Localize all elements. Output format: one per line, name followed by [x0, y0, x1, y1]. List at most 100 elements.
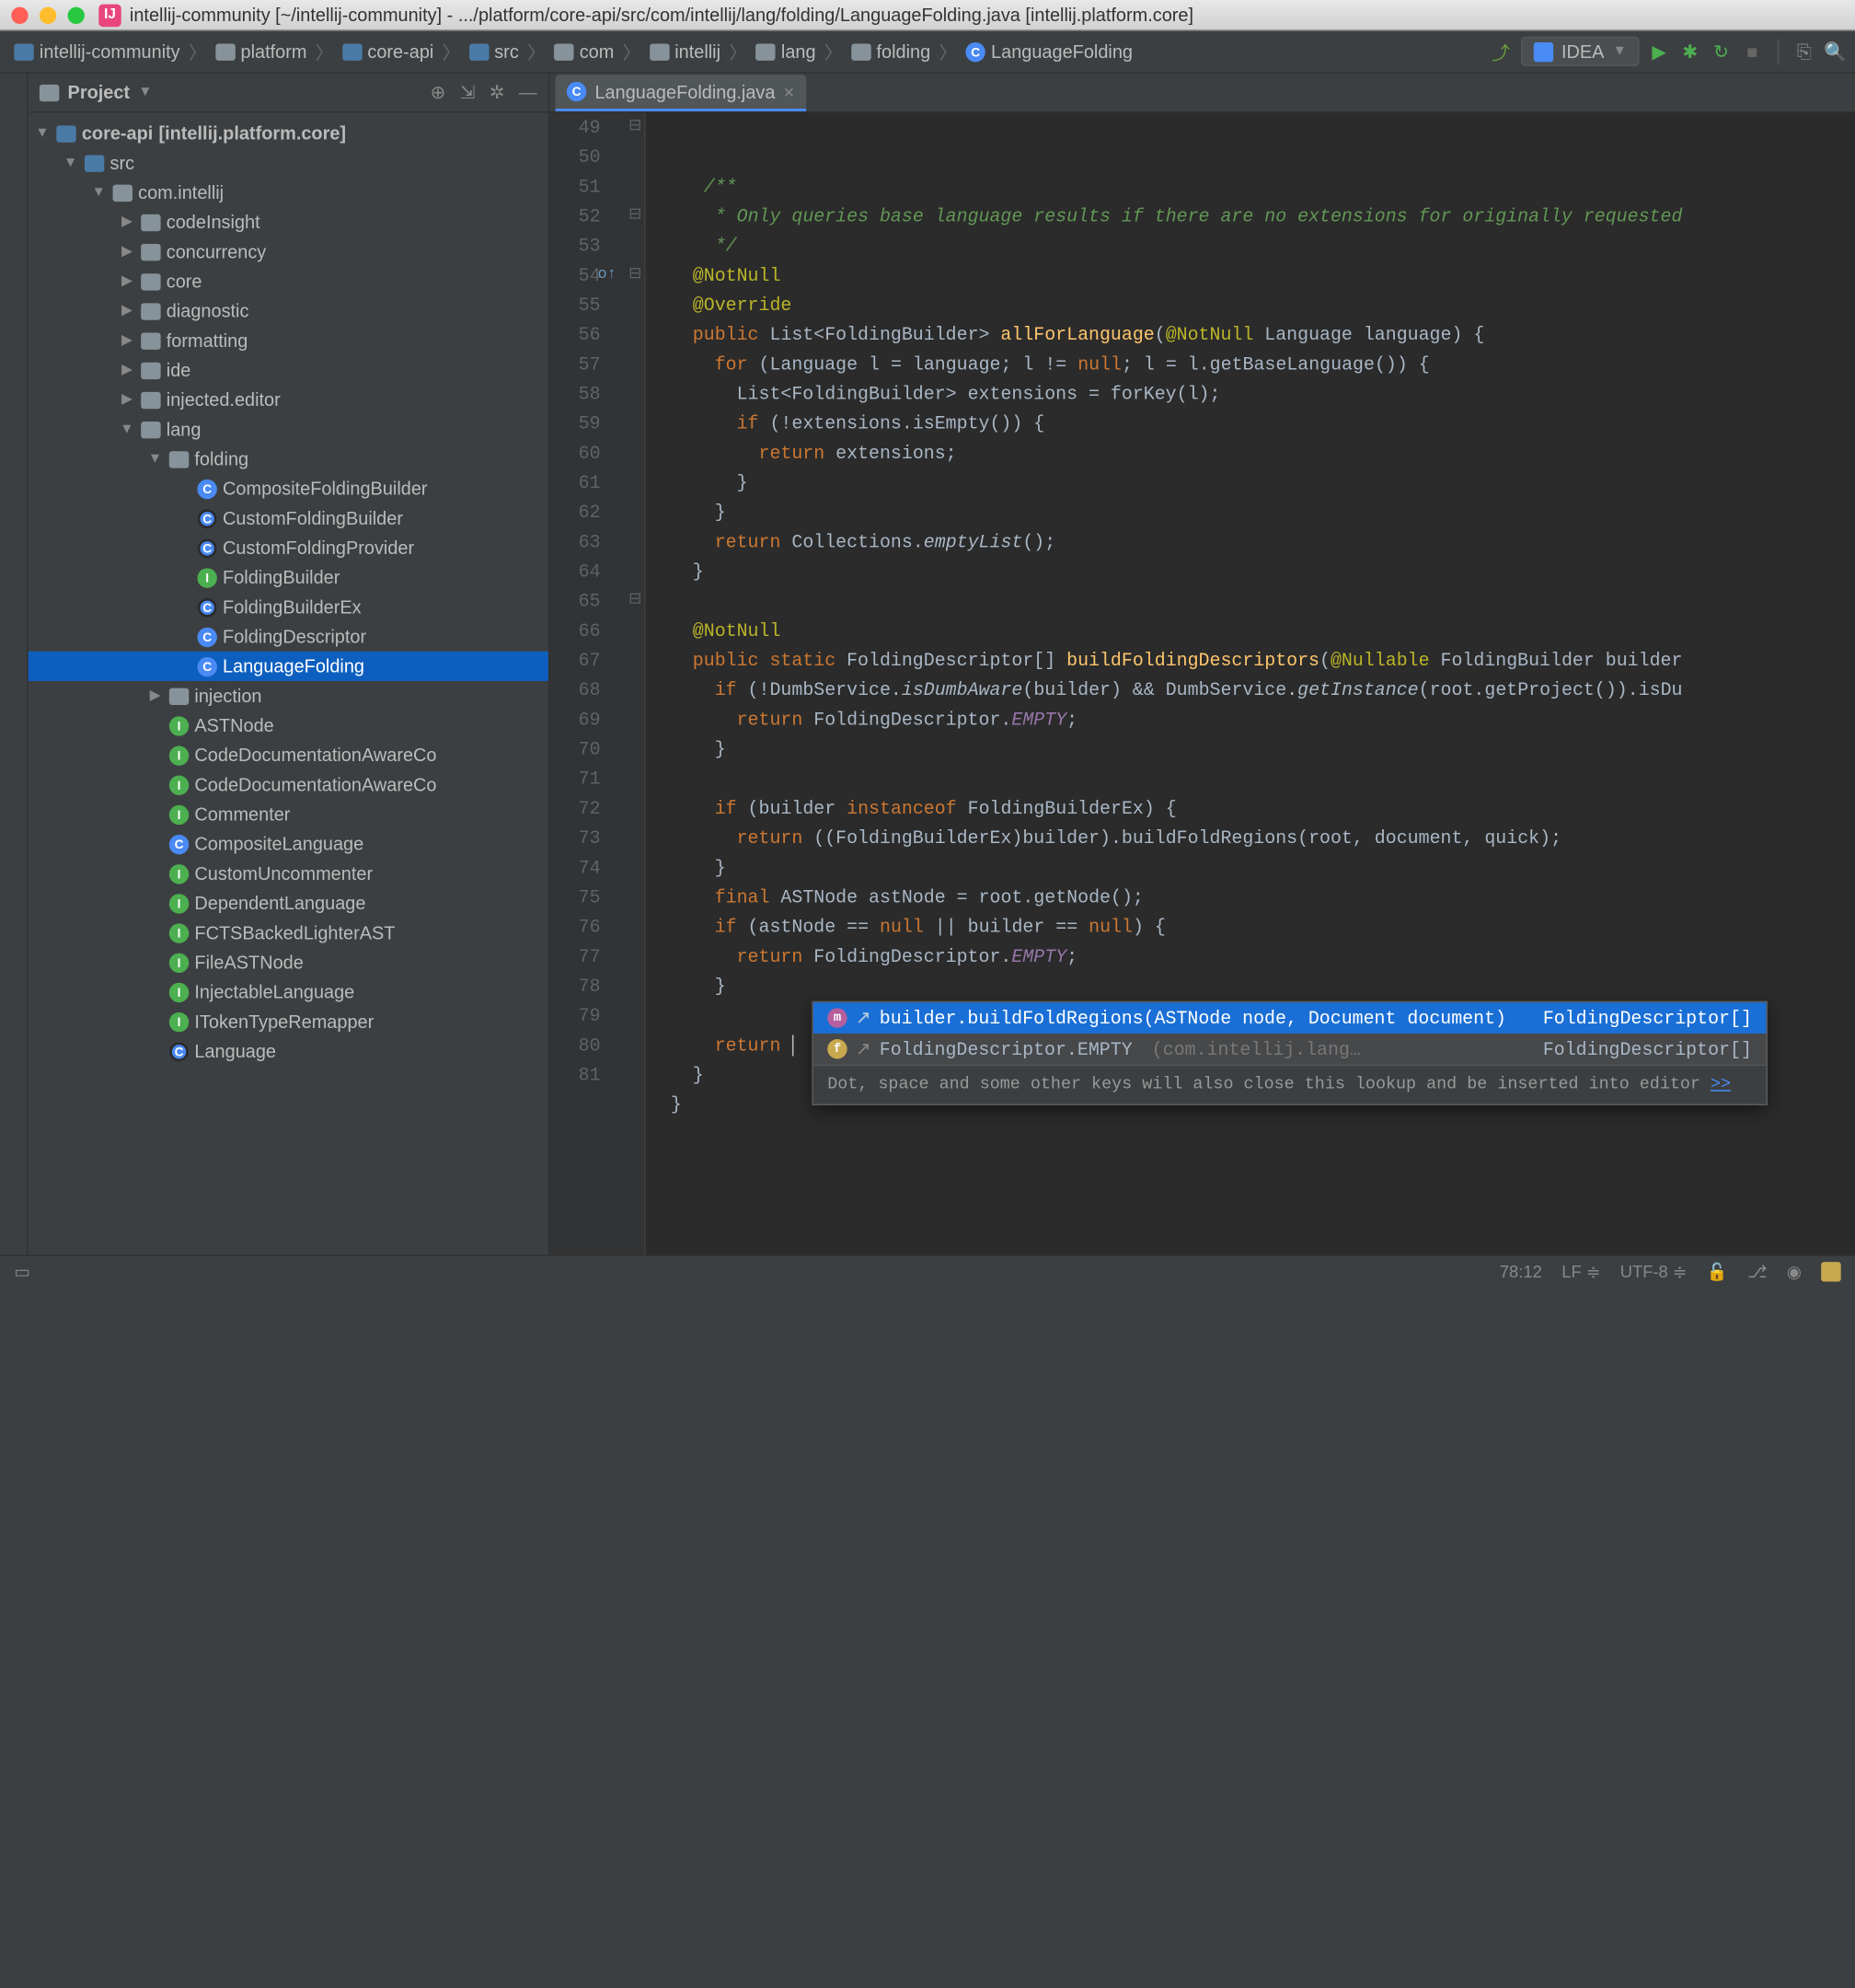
- tree-arrow-icon[interactable]: ▼: [146, 451, 163, 467]
- tree-row[interactable]: CFoldingDescriptor: [29, 622, 548, 652]
- completion-item[interactable]: m↗builder.buildFoldRegions(ASTNode node,…: [813, 1002, 1766, 1034]
- code-line[interactable]: [660, 586, 1855, 616]
- fold-marker[interactable]: [626, 468, 644, 498]
- breadcrumb-item[interactable]: CLanguageFolding: [960, 38, 1138, 64]
- code-line[interactable]: }: [660, 557, 1855, 586]
- tree-arrow-icon[interactable]: ▶: [119, 392, 135, 408]
- fold-marker[interactable]: ⊟: [626, 113, 644, 143]
- fold-marker[interactable]: [626, 734, 644, 764]
- fold-marker[interactable]: [626, 143, 644, 172]
- fold-marker[interactable]: [626, 824, 644, 853]
- fold-marker[interactable]: [626, 705, 644, 734]
- fold-marker[interactable]: [626, 438, 644, 468]
- completion-item[interactable]: f↗FoldingDescriptor.EMPTY (com.intellij.…: [813, 1034, 1766, 1065]
- vcs-icon[interactable]: ⎘: [1793, 40, 1816, 64]
- project-tree[interactable]: ▼core-api [intellij.platform.core]▼src▼c…: [29, 113, 548, 1255]
- chevron-down-icon[interactable]: ▼: [138, 85, 152, 100]
- fold-marker[interactable]: [626, 942, 644, 971]
- hector-icon[interactable]: [1821, 1261, 1840, 1280]
- code-line[interactable]: @NotNull: [660, 616, 1855, 645]
- close-icon[interactable]: ×: [784, 81, 795, 102]
- fold-marker[interactable]: [626, 764, 644, 793]
- tree-row[interactable]: CCompositeLanguage: [29, 829, 548, 859]
- fold-marker[interactable]: [626, 853, 644, 883]
- breadcrumb-item[interactable]: folding: [846, 38, 937, 64]
- code-area[interactable]: /** * Only queries base language results…: [646, 113, 1855, 1255]
- fold-marker[interactable]: [626, 231, 644, 260]
- breadcrumb-item[interactable]: intellij-community: [8, 38, 186, 64]
- tree-arrow-icon[interactable]: ▼: [62, 156, 78, 171]
- code-line[interactable]: return extensions;: [660, 438, 1855, 468]
- code-line[interactable]: return Collections.emptyList();: [660, 527, 1855, 557]
- search-icon[interactable]: 🔍: [1824, 40, 1847, 64]
- code-line[interactable]: /**: [660, 172, 1855, 202]
- coverage-icon[interactable]: ↻: [1710, 40, 1733, 64]
- tree-arrow-icon[interactable]: ▶: [119, 244, 135, 260]
- fold-marker[interactable]: [626, 291, 644, 320]
- fold-marker[interactable]: [626, 1031, 644, 1060]
- editor-tab[interactable]: C LanguageFolding.java ×: [556, 75, 806, 111]
- code-line[interactable]: [660, 1119, 1855, 1149]
- breadcrumb-item[interactable]: com: [548, 38, 619, 64]
- tree-arrow-icon[interactable]: ▶: [119, 333, 135, 349]
- code-line[interactable]: if (!extensions.isEmpty()) {: [660, 409, 1855, 438]
- stop-icon[interactable]: ■: [1741, 40, 1764, 64]
- tree-row[interactable]: ▼com.intellij: [29, 178, 548, 207]
- code-line[interactable]: @Override: [660, 291, 1855, 320]
- fold-marker[interactable]: [626, 409, 644, 438]
- hide-icon[interactable]: —: [519, 81, 537, 104]
- breadcrumb-item[interactable]: core-api: [337, 38, 440, 64]
- tree-row[interactable]: IFileASTNode: [29, 947, 548, 977]
- code-line[interactable]: }: [660, 853, 1855, 883]
- code-line[interactable]: public List<FoldingBuilder> allForLangua…: [660, 320, 1855, 350]
- collapse-all-icon[interactable]: ⇲: [460, 81, 476, 104]
- code-line[interactable]: [660, 764, 1855, 793]
- run-config-selector[interactable]: IDEA ▼: [1521, 37, 1640, 66]
- lock-icon[interactable]: 🔓: [1707, 1261, 1728, 1280]
- cursor-position[interactable]: 78:12: [1500, 1261, 1542, 1280]
- tree-row[interactable]: CFoldingBuilderEx: [29, 592, 548, 621]
- tree-row[interactable]: ▶diagnostic: [29, 296, 548, 326]
- fold-marker[interactable]: [626, 616, 644, 645]
- fold-marker[interactable]: [626, 912, 644, 942]
- tree-arrow-icon[interactable]: ▶: [119, 303, 135, 318]
- fold-marker[interactable]: [626, 557, 644, 586]
- hint-link[interactable]: >>: [1711, 1074, 1731, 1093]
- code-line[interactable]: }: [660, 468, 1855, 498]
- breadcrumb-item[interactable]: lang: [750, 38, 821, 64]
- tree-row[interactable]: IFoldingBuilder: [29, 562, 548, 592]
- line-ending[interactable]: LF ≑: [1561, 1261, 1600, 1280]
- code-line[interactable]: * Only queries base language results if …: [660, 202, 1855, 231]
- tree-row[interactable]: CCustomFoldingProvider: [29, 533, 548, 562]
- tree-row[interactable]: ▶ide: [29, 355, 548, 385]
- tree-arrow-icon[interactable]: ▼: [90, 185, 107, 201]
- tree-row[interactable]: CLanguageFolding: [29, 652, 548, 681]
- build-icon[interactable]: ⤴: [1490, 40, 1513, 64]
- memory-indicator-icon[interactable]: ◉: [1787, 1261, 1802, 1280]
- fold-marker[interactable]: [626, 793, 644, 823]
- fold-marker[interactable]: [626, 971, 644, 1000]
- window-minimize-icon[interactable]: [40, 6, 56, 23]
- fold-marker[interactable]: [626, 527, 644, 557]
- fold-marker[interactable]: [626, 498, 644, 527]
- fold-marker[interactable]: ⊟: [626, 202, 644, 231]
- tree-row[interactable]: CCustomFoldingBuilder: [29, 503, 548, 533]
- tree-row[interactable]: IInjectableLanguage: [29, 977, 548, 1007]
- tree-row[interactable]: ▼lang: [29, 414, 548, 444]
- tree-row[interactable]: ▶concurrency: [29, 237, 548, 266]
- code-line[interactable]: final ASTNode astNode = root.getNode();: [660, 883, 1855, 912]
- fold-marker[interactable]: [626, 379, 644, 409]
- tree-row[interactable]: ICodeDocumentationAwareCo: [29, 740, 548, 769]
- tree-row[interactable]: ▼core-api [intellij.platform.core]: [29, 119, 548, 148]
- code-line[interactable]: public static FoldingDescriptor[] buildF…: [660, 646, 1855, 676]
- fold-gutter[interactable]: ⊟⊟⊟⊟: [626, 113, 645, 1255]
- tree-row[interactable]: IASTNode: [29, 711, 548, 740]
- code-line[interactable]: for (Language l = language; l != null; l…: [660, 350, 1855, 379]
- code-line[interactable]: if (!DumbService.isDumbAware(builder) &&…: [660, 676, 1855, 705]
- code-line[interactable]: }: [660, 971, 1855, 1000]
- code-line[interactable]: if (builder instanceof FoldingBuilderEx)…: [660, 793, 1855, 823]
- code-line[interactable]: }: [660, 734, 1855, 764]
- debug-icon[interactable]: ✱: [1679, 40, 1702, 64]
- tree-row[interactable]: ▶formatting: [29, 326, 548, 355]
- fold-marker[interactable]: ⊟: [626, 260, 644, 290]
